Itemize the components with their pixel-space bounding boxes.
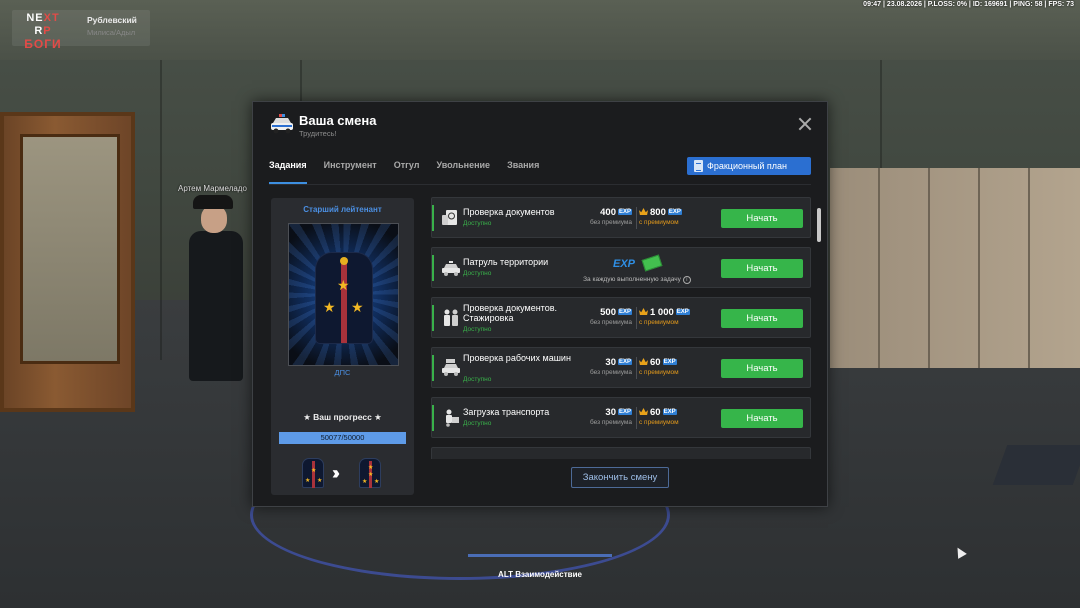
rank-unit: ДПС [334, 368, 351, 377]
info-icon[interactable]: i [682, 276, 691, 284]
modal-header: Ваша смена Трудитесь! [253, 102, 827, 148]
task-status: Доступно [463, 220, 492, 227]
premium-exp-reward: 1 000 EXP с премиумом [639, 307, 690, 326]
exp-reward: 500 EXP без премиума [589, 307, 632, 326]
progress-value: 50077/50000 [320, 433, 365, 442]
crown-icon [639, 358, 648, 365]
exp-reward: 400 EXP без премиума [589, 207, 632, 226]
task-name: Патруль территории [463, 257, 549, 267]
city-name: Рублевский [87, 15, 137, 25]
task-name: Проверка рабочих машин [463, 353, 571, 363]
tab-tools[interactable]: Инструмент [324, 160, 377, 184]
wooden-door [0, 112, 135, 412]
task-name: Проверка документов. Стажировка [463, 303, 557, 323]
rank-title: Старший лейтенант [303, 205, 382, 214]
task-row: Проверка рабочих машин Доступно 30 EXP без… [431, 347, 811, 388]
task-row: Загрузка транспорта Доступно 30 EXP без пр… [431, 397, 811, 438]
task-name: Проверка документов [463, 207, 555, 217]
cash-icon [641, 254, 663, 272]
loader-icon [446, 409, 459, 427]
car-check-icon [442, 359, 460, 376]
rank-card: ★ ★ ★ [288, 223, 399, 366]
rank-panel: Старший лейтенант ★ ★ ★ ДПС ★ Ваш прогре… [271, 198, 414, 495]
lockers [830, 168, 1080, 368]
status-bar: 09:47 | 23.08.2026 | P.LOSS: 0% | ID: 16… [863, 1, 1074, 8]
task-row [431, 447, 811, 459]
close-icon[interactable] [797, 116, 813, 132]
npc-name-label: Артем Мармеладо [178, 184, 247, 193]
faction-plan-label: Фракционный план [707, 161, 788, 171]
tab-day-off[interactable]: Отгул [394, 160, 420, 184]
double-chevron-icon: ›› [332, 463, 340, 483]
faction-plan-button[interactable]: Фракционный план [687, 157, 811, 175]
rank-progress-bar: 50077/50000 [279, 432, 406, 444]
tab-ranks[interactable]: Звания [507, 160, 539, 184]
scrollbar-thumb[interactable] [817, 208, 821, 242]
task-status: Доступно [463, 270, 492, 277]
district-name: Милиса/Адыл [87, 28, 136, 37]
divider [269, 184, 811, 185]
start-button[interactable]: Начать [721, 359, 803, 378]
task-row: Проверка документов Доступно 400 EXP без п… [431, 197, 811, 238]
exp-icon: EXP [612, 258, 635, 270]
npc-officer[interactable] [185, 195, 250, 425]
start-button[interactable]: Начать [721, 259, 803, 278]
alt-interaction-hint: ALT Взаимодействие [468, 554, 612, 580]
exp-reward: 30 EXP без премиума [589, 357, 632, 376]
start-button[interactable]: Начать [721, 209, 803, 228]
task-row: Проверка документов. Стажировка Доступно… [431, 297, 811, 338]
table [992, 445, 1080, 485]
police-car-icon [271, 114, 293, 134]
document-icon [694, 160, 703, 172]
task-status: Доступно [463, 420, 492, 427]
tab-resign[interactable]: Увольнение [436, 160, 490, 184]
modal-subtitle: Трудитесь! [299, 129, 337, 138]
ceiling [0, 0, 1080, 60]
task-name: Загрузка транспорта [463, 407, 550, 417]
premium-exp-reward: 60 EXP с премиумом [639, 407, 679, 426]
passport-icon [442, 210, 457, 225]
next-rank-epaulette-icon: ★ ★ ★ ★ [359, 458, 381, 488]
logo-bottom-text: БОГИ [24, 37, 62, 51]
end-shift-button[interactable]: Закончить смену [571, 467, 669, 488]
exp-reward: 30 EXP без премиума [589, 407, 632, 426]
police-car-icon [442, 261, 460, 276]
alt-hint-text: ALT Взаимодействие [498, 570, 582, 579]
tab-tasks[interactable]: Задания [269, 160, 307, 184]
wall-panel-line [160, 60, 162, 360]
logo-top-text: NEXT RP [20, 12, 66, 38]
shift-modal: Ваша смена Трудитесь! Задания Инструмент… [252, 101, 828, 507]
crown-icon [639, 408, 648, 415]
progress-label: ★ Ваш прогресс ★ [303, 412, 382, 422]
epaulette-icon: ★ ★ ★ [316, 253, 372, 343]
premium-exp-reward: 800 EXP с премиумом [639, 207, 682, 226]
patrol-reward: EXP За каждую выполненную задачу i [572, 254, 702, 284]
task-row: Патруль территории Доступно EXP За кажду… [431, 247, 811, 288]
crown-icon [639, 208, 648, 215]
crown-icon [639, 308, 648, 315]
modal-title: Ваша смена [299, 113, 377, 128]
premium-exp-reward: 60 EXP с премиумом [639, 357, 679, 376]
officers-icon [444, 309, 458, 326]
server-logo: NEXT RP БОГИ [20, 12, 66, 51]
start-button[interactable]: Начать [721, 309, 803, 328]
tab-bar: Задания Инструмент Отгул Увольнение Зван… [269, 160, 539, 184]
task-list[interactable]: Проверка документов Доступно 400 EXP без п… [431, 197, 811, 459]
task-status: Доступно [463, 326, 492, 333]
start-button[interactable]: Начать [721, 409, 803, 428]
current-rank-epaulette-icon: ★ ★ ★ [302, 458, 324, 488]
task-status: Доступно [463, 376, 492, 383]
